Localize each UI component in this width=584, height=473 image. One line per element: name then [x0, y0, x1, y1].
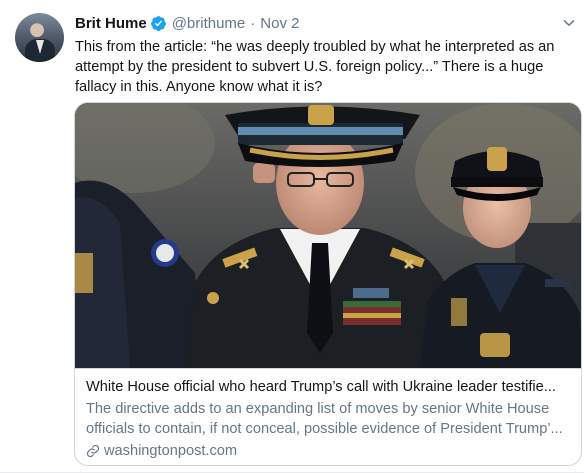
tweet-text: This from the article: “he was deeply tr… — [75, 37, 575, 97]
link-card[interactable]: White House official who heard Trump’s c… — [74, 102, 582, 466]
author-name[interactable]: Brit Hume — [75, 15, 147, 32]
card-body[interactable]: White House official who heard Trump’s c… — [75, 368, 581, 465]
chevron-down-icon[interactable] — [560, 14, 578, 32]
tweet-date[interactable]: Nov 2 — [260, 15, 299, 32]
tweet-header: Brit Hume @brithume · Nov 2 — [75, 13, 299, 33]
card-domain-text[interactable]: washingtonpost.com — [104, 441, 237, 461]
tweet-text-line: attempt by the president to subvert U.S.… — [75, 59, 544, 75]
avatar[interactable] — [15, 13, 64, 62]
card-domain[interactable]: washingtonpost.com — [86, 441, 572, 461]
link-icon — [86, 444, 100, 458]
tweet-text-line: This from the article: “he was deeply tr… — [75, 39, 555, 55]
card-description: The directive adds to an expanding list … — [86, 399, 572, 439]
tweet[interactable]: Brit Hume @brithume · Nov 2 This from th… — [0, 0, 584, 473]
card-description-line: officials to contain, if not conceal, po… — [86, 421, 563, 437]
card-description-line: The directive adds to an expanding list … — [86, 401, 550, 417]
separator-dot: · — [250, 14, 256, 32]
card-image[interactable] — [75, 103, 581, 368]
card-title[interactable]: White House official who heard Trump’s c… — [86, 377, 572, 397]
verified-badge-icon — [150, 15, 166, 31]
card-photo-illustration — [75, 103, 581, 368]
tweet-text-line: fallacy in this. Anyone know what it is? — [75, 79, 323, 95]
author-handle[interactable]: @brithume — [172, 15, 246, 32]
